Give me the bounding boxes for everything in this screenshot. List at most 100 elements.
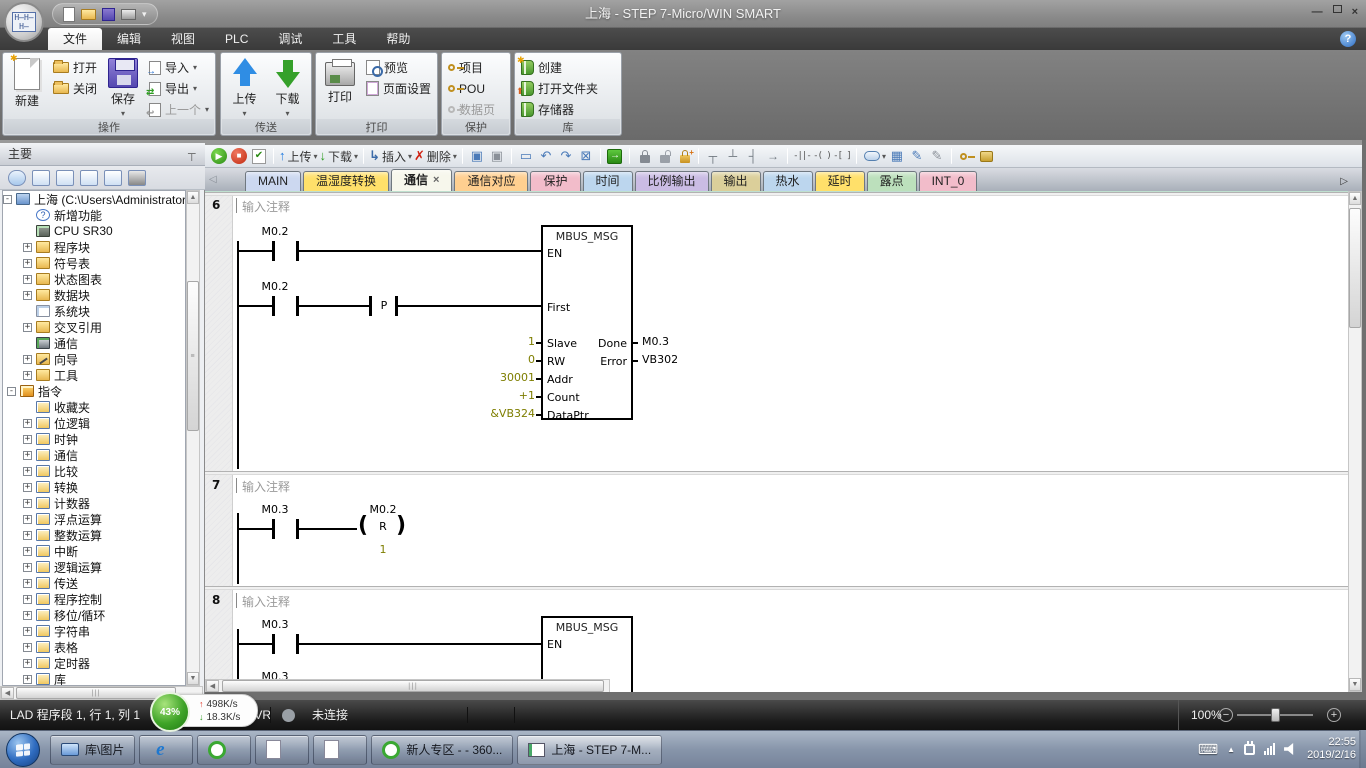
- tab-communication[interactable]: 通信×: [391, 169, 452, 191]
- tree-item-favorites[interactable]: 收藏夹: [3, 399, 185, 415]
- taskbar-button-360[interactable]: [197, 735, 251, 765]
- preview-button[interactable]: 预览: [362, 57, 435, 78]
- tree-item-whats-new[interactable]: 新增功能: [3, 207, 185, 223]
- tree-expander-icon[interactable]: +: [23, 323, 32, 332]
- menu-file[interactable]: 文件: [48, 28, 102, 50]
- goto-icon[interactable]: →: [606, 146, 624, 166]
- ladder-editor[interactable]: 6 输入注释 M0.2 M0.2 P MBUS_MSG EN First Sla…: [205, 191, 1348, 692]
- menu-view[interactable]: 视图: [156, 28, 210, 50]
- tree-item-symbol-table[interactable]: + 符号表: [3, 255, 185, 271]
- menu-help[interactable]: 帮助: [371, 28, 425, 50]
- tab-proportional-output[interactable]: 比例输出: [635, 171, 709, 191]
- wire-junction-icon[interactable]: ┴: [724, 146, 742, 166]
- import-button[interactable]: 导入▾: [145, 57, 213, 78]
- tab-protection[interactable]: 保护: [530, 171, 580, 191]
- tree-item-move[interactable]: + 传送: [3, 575, 185, 591]
- tree-expander-icon[interactable]: +: [23, 243, 32, 252]
- open-file-icon[interactable]: [81, 9, 96, 20]
- taskbar-button-doc-1[interactable]: [255, 735, 309, 765]
- memory-usage-ball[interactable]: 43%: [150, 692, 190, 732]
- restore-button[interactable]: [1333, 5, 1342, 13]
- param-value[interactable]: 0: [430, 353, 535, 366]
- tab-hot-water[interactable]: 热水: [763, 171, 813, 191]
- tree-item-data-block[interactable]: + 数据块: [3, 287, 185, 303]
- library-memory-button[interactable]: 存储器: [517, 99, 602, 120]
- network-comment[interactable]: 输入注释: [242, 198, 290, 215]
- print-button[interactable]: 打印: [318, 55, 362, 118]
- lock-add-icon[interactable]: [675, 146, 693, 166]
- tab-comm-mapping[interactable]: 通信对应: [454, 171, 528, 191]
- tree-item-shift-rotate[interactable]: + 移位/循环: [3, 607, 185, 623]
- tree-item-program-block[interactable]: + 程序块: [3, 239, 185, 255]
- compile-button[interactable]: ✔: [250, 146, 268, 166]
- param-value[interactable]: +1: [430, 389, 535, 402]
- tree-item-integer-math[interactable]: + 整数运算: [3, 527, 185, 543]
- export-button[interactable]: 导出▾: [145, 78, 213, 99]
- param-value[interactable]: 30001: [430, 371, 535, 384]
- save-file-icon[interactable]: [102, 8, 115, 21]
- clock[interactable]: 22:55 2019/2/16: [1307, 736, 1356, 762]
- menu-edit[interactable]: 编辑: [102, 28, 156, 50]
- save-button[interactable]: 保存 ▾: [101, 55, 145, 118]
- scroll-left-icon[interactable]: ◀: [1, 687, 14, 699]
- scroll-up-icon[interactable]: ▲: [187, 191, 199, 204]
- zoom-in-icon[interactable]: +: [1327, 708, 1341, 722]
- apply-symbol-icon[interactable]: ✎: [928, 146, 946, 166]
- tree-expander-icon[interactable]: +: [23, 595, 32, 604]
- tab-time[interactable]: 时间: [583, 171, 633, 191]
- tree-expander-icon[interactable]: +: [23, 643, 32, 652]
- properties-icon[interactable]: [977, 146, 995, 166]
- tree-item-program-control[interactable]: + 程序控制: [3, 591, 185, 607]
- tree-expander-icon[interactable]: +: [23, 467, 32, 476]
- tree-expander-icon[interactable]: +: [23, 563, 32, 572]
- tree-item-logic-operations[interactable]: + 逻辑运算: [3, 559, 185, 575]
- close-button[interactable]: 关闭: [49, 78, 101, 99]
- wire-right-icon[interactable]: →: [764, 146, 782, 166]
- tab-delay[interactable]: 延时: [815, 171, 865, 191]
- save-dropdown-icon[interactable]: ▾: [121, 109, 125, 118]
- tree-v-scrollbar[interactable]: ▲ ≡ ▼: [186, 190, 200, 686]
- upload-button[interactable]: ↑上传▾: [279, 146, 318, 166]
- tree-item-comm-instructions[interactable]: + 通信: [3, 447, 185, 463]
- print-icon[interactable]: [121, 9, 136, 20]
- bookmark-icon[interactable]: ▭: [517, 146, 535, 166]
- tree-item-libraries[interactable]: + 库: [3, 671, 185, 686]
- contact-label[interactable]: M0.3: [250, 618, 300, 631]
- tree-expander-icon[interactable]: -: [7, 387, 16, 396]
- power-icon[interactable]: [1244, 744, 1255, 755]
- previous-button[interactable]: 上一个▾: [145, 99, 213, 120]
- edge-contact-label[interactable]: P: [373, 299, 395, 312]
- tree-expander-icon[interactable]: -: [3, 195, 12, 204]
- lock-icon[interactable]: [635, 146, 653, 166]
- tab-int0[interactable]: INT_0: [919, 171, 978, 191]
- protect-pou-button[interactable]: POU: [444, 78, 499, 99]
- tab-main[interactable]: MAIN: [245, 171, 301, 191]
- tree-expander-icon[interactable]: +: [23, 499, 32, 508]
- tab-output[interactable]: 输出: [711, 171, 761, 191]
- taskbar-button-360-browser[interactable]: 新人专区 - - 360...: [371, 735, 513, 765]
- scroll-thumb[interactable]: ≡: [187, 281, 199, 431]
- menu-debug[interactable]: 调试: [263, 28, 317, 50]
- output-value[interactable]: VB302: [642, 353, 678, 366]
- edit-symbol-icon[interactable]: ✎: [908, 146, 926, 166]
- page-setup-button[interactable]: 页面设置: [362, 78, 435, 99]
- tree-item-interrupt[interactable]: + 中断: [3, 543, 185, 559]
- contact-label[interactable]: M0.2: [250, 280, 300, 293]
- mbus-msg-block[interactable]: MBUS_MSG EN First Slave RW Addr Count Da…: [541, 225, 633, 420]
- coil-tool-icon[interactable]: -( ): [813, 146, 831, 166]
- tab-temp-humidity-convert[interactable]: 温湿度转换: [303, 171, 389, 191]
- library-open-folder-button[interactable]: 打开文件夹: [517, 78, 602, 99]
- download-button[interactable]: ↓下载▾: [320, 146, 359, 166]
- tree-expander-icon[interactable]: +: [23, 675, 32, 684]
- scroll-thumb[interactable]: |||: [16, 687, 176, 699]
- scroll-thumb[interactable]: |||: [222, 680, 604, 692]
- tree-item-system-block[interactable]: 系统块: [3, 303, 185, 319]
- box-tool-icon[interactable]: -[ ]: [833, 146, 851, 166]
- keyboard-icon[interactable]: ⌨: [1198, 741, 1218, 758]
- tree-expander-icon[interactable]: +: [23, 291, 32, 300]
- unlock-icon[interactable]: [655, 146, 673, 166]
- show-hidden-icons[interactable]: ▲: [1227, 745, 1235, 754]
- close-button[interactable]: ×: [1352, 5, 1358, 19]
- volume-icon[interactable]: [1284, 743, 1298, 755]
- start-button[interactable]: [6, 733, 40, 767]
